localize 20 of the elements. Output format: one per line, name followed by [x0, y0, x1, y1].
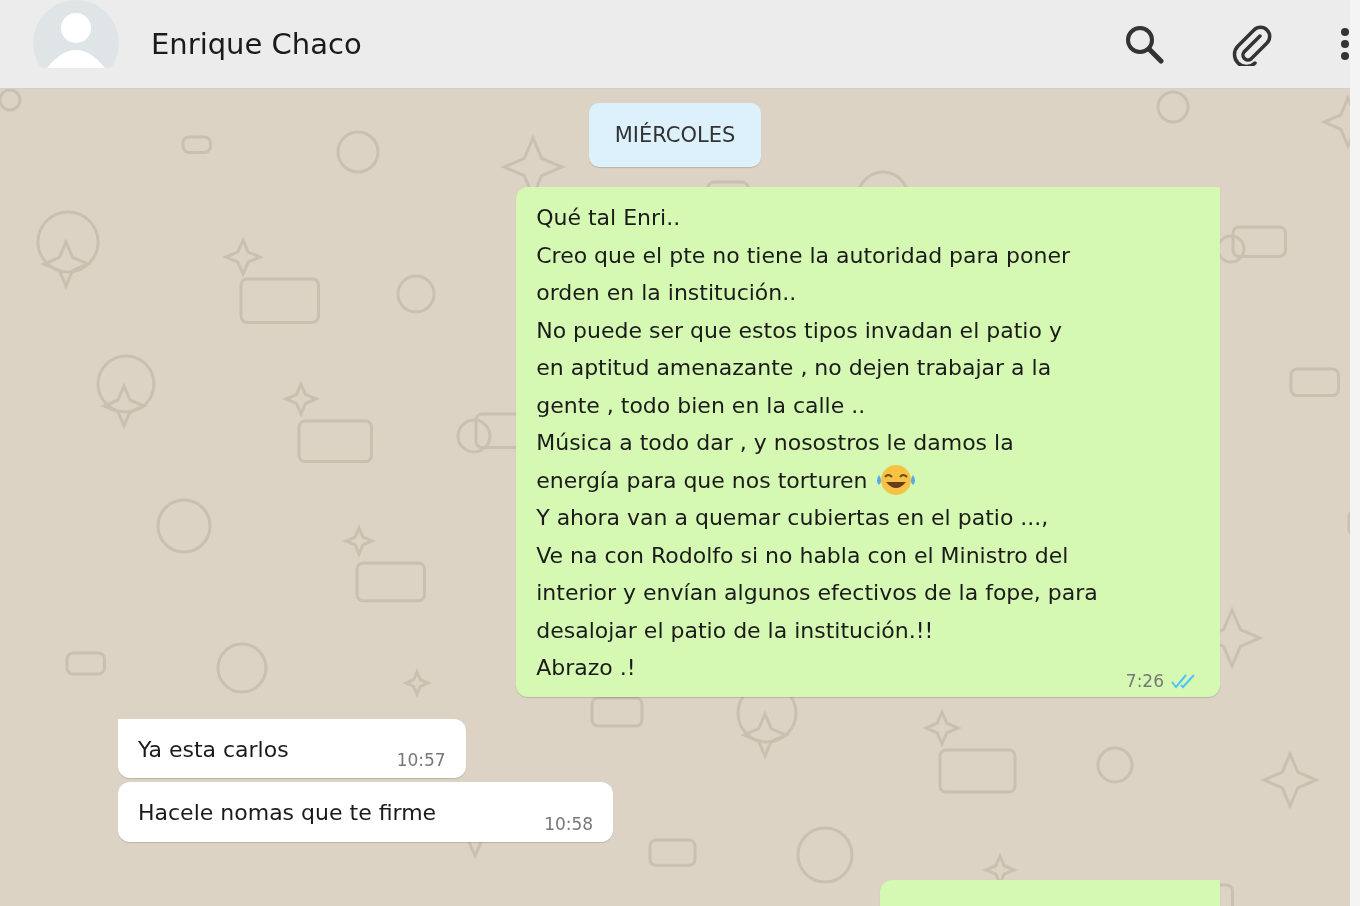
message-text: Abrazo .!: [536, 654, 636, 682]
message-time: 7:26: [1125, 670, 1164, 691]
message-text: energía para que nos torturen: [536, 466, 868, 495]
message-text: orden en la institución..: [536, 279, 797, 307]
message-text: Ya esta carlos: [138, 735, 289, 764]
message-text: Hacele nomas que te firme: [138, 799, 437, 827]
message-text: gente , todo bien en la calle ..: [536, 391, 866, 420]
message-text: desalojar el patio de la institución.!!: [536, 616, 934, 645]
contact-name: Enrique Chaco: [151, 27, 362, 61]
message-text: Y ahora van a quemar cubiertas en el patio ...,: [536, 504, 1049, 532]
message-text: Creo que el pte no tiene la autoridad para poner: [536, 241, 1071, 270]
message-text: No puede ser que estos tipos invadan el patio y: [536, 316, 1062, 345]
message-text: en aptitud amenazante , no dejen trabajar a la: [536, 354, 1052, 382]
message-time: 10:58: [544, 813, 594, 834]
message-time: 10:57: [396, 750, 446, 770]
message-text: Ve na con Rodolfo si no habla con el Ministro del: [536, 541, 1069, 570]
message-text: Música a todo dar , y nosostros le damos la: [536, 429, 1014, 457]
message-text: interior y envían algunos efectivos de la fope, para: [536, 579, 1098, 607]
date-chip: MIÉRCOLES: [588, 103, 762, 167]
message-text: Qué tal Enri..: [536, 204, 681, 232]
